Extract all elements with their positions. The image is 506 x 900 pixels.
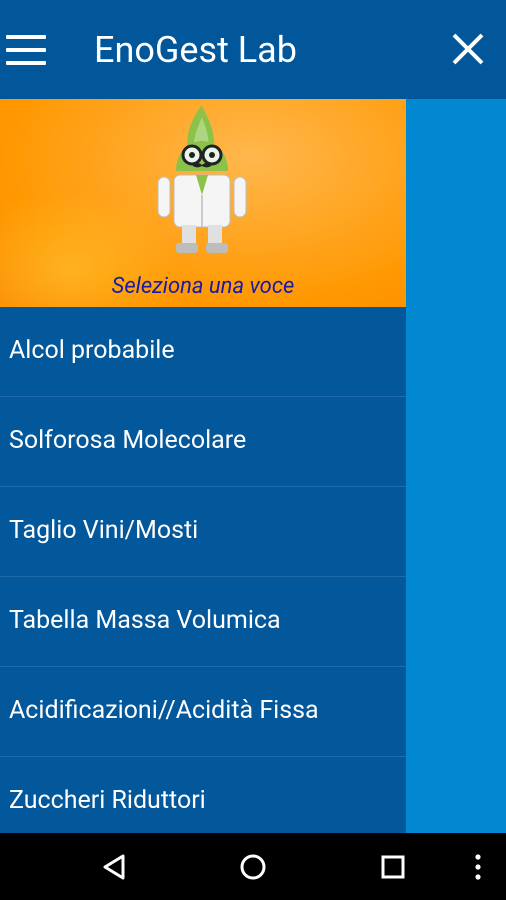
close-drawer-button[interactable] bbox=[448, 29, 488, 69]
home-button[interactable] bbox=[231, 845, 275, 889]
home-icon bbox=[240, 854, 266, 880]
menu-item-alcol-probabile[interactable]: Alcol probabile bbox=[0, 307, 406, 397]
more-options-icon bbox=[475, 854, 481, 880]
menu-item-label: Alcol probabile bbox=[9, 336, 175, 365]
navigation-drawer: Seleziona una voce Alcol probabile Solfo… bbox=[0, 99, 406, 833]
recents-icon bbox=[381, 855, 405, 879]
more-options-button[interactable] bbox=[456, 845, 500, 889]
menu-item-label: Tabella Massa Volumica bbox=[9, 606, 281, 635]
menu-item-zuccheri-riduttori[interactable]: Zuccheri Riduttori bbox=[0, 757, 406, 833]
menu-item-acidificazioni[interactable]: Acidificazioni//Acidità Fissa bbox=[0, 667, 406, 757]
back-icon bbox=[103, 854, 125, 880]
menu-item-solforosa-molecolare[interactable]: Solforosa Molecolare bbox=[0, 397, 406, 487]
drawer-header-caption: Seleziona una voce bbox=[111, 274, 295, 299]
app-title: EnoGest Lab bbox=[94, 29, 297, 71]
drawer-header: Seleziona una voce bbox=[0, 99, 406, 307]
menu-item-label: Solforosa Molecolare bbox=[9, 426, 247, 455]
close-icon bbox=[452, 33, 484, 65]
back-button[interactable] bbox=[92, 845, 136, 889]
content-scrim[interactable] bbox=[406, 99, 506, 833]
menu-item-label: Taglio Vini/Mosti bbox=[9, 516, 199, 545]
menu-item-label: Acidificazioni//Acidità Fissa bbox=[9, 696, 319, 725]
menu-item-tabella-massa-volumica[interactable]: Tabella Massa Volumica bbox=[0, 577, 406, 667]
recents-button[interactable] bbox=[371, 845, 415, 889]
system-navigation-bar bbox=[0, 833, 506, 900]
menu-item-taglio-vini-mosti[interactable]: Taglio Vini/Mosti bbox=[0, 487, 406, 577]
lab-scientist-mascot-icon bbox=[157, 105, 247, 253]
drawer-menu-list: Alcol probabile Solforosa Molecolare Tag… bbox=[0, 307, 406, 833]
app-bar: EnoGest Lab bbox=[0, 0, 506, 99]
menu-item-label: Zuccheri Riduttori bbox=[9, 786, 206, 815]
hamburger-menu-button[interactable] bbox=[6, 35, 46, 65]
